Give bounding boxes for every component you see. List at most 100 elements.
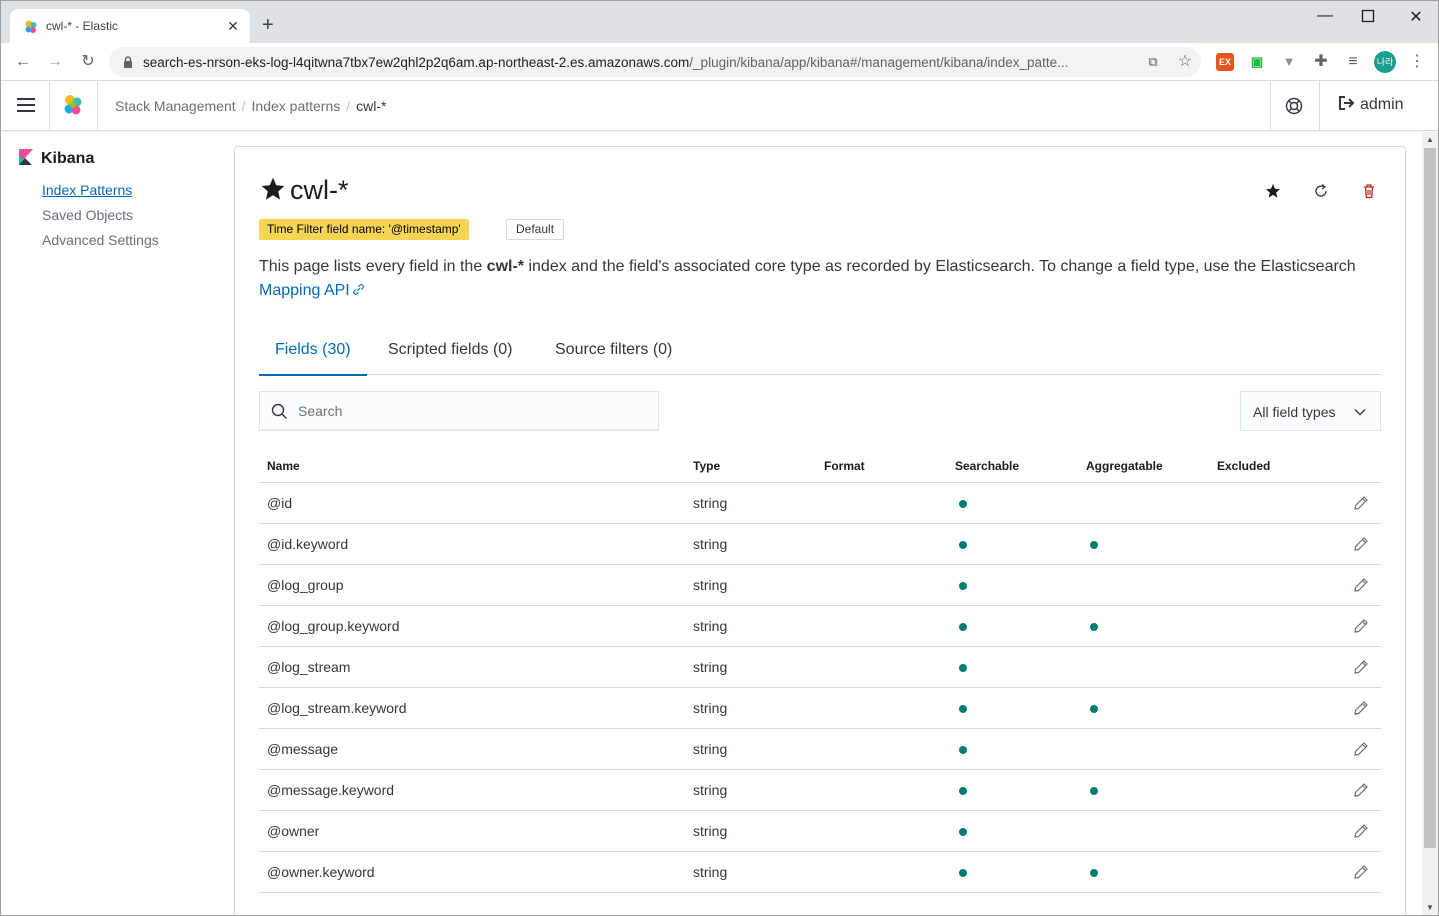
minimize-icon[interactable]: — [1315,7,1335,27]
field-type: string [693,618,728,634]
address-bar[interactable]: search-es-nrson-eks-log-l4qitwna7tbx7ew2… [109,47,1201,77]
reload-icon[interactable]: ↻ [78,52,98,72]
edit-pencil-icon[interactable] [1353,659,1369,675]
sidebar-item-index-patterns[interactable]: Index Patterns [42,182,132,198]
table-body: @id string @id.keyword string @log_group stri… [259,483,1381,893]
table-row: @log_stream.keyword string [259,688,1381,729]
searchable-dot-icon [959,828,967,836]
column-header-excluded[interactable]: Excluded [1217,459,1270,473]
field-name: @message [267,741,339,757]
user-menu-button[interactable]: admin [1338,95,1404,114]
column-header-searchable[interactable]: Searchable [955,459,1019,473]
edit-pencil-icon[interactable] [1353,700,1369,716]
management-sidebar: Kibana Index Patterns Saved Objects Adva… [1,132,233,915]
edit-pencil-icon[interactable] [1353,577,1369,593]
searchable-dot-icon [959,705,967,713]
tab-scripted-fields[interactable]: Scripted fields (0) [388,334,513,375]
table-row: @id.keyword string [259,524,1381,565]
table-row: @log_stream string [259,647,1381,688]
edit-pencil-icon[interactable] [1353,741,1369,757]
ex-extension-icon[interactable]: EX [1216,53,1234,71]
field-type: string [693,659,728,675]
header-divider [1270,81,1271,131]
maximize-icon[interactable] [1361,9,1375,23]
scroll-thumb[interactable] [1424,148,1436,848]
tab-title: cwl-* - Elastic [46,19,119,33]
field-name: @id [267,495,293,511]
breadcrumb: Stack Management / Index patterns / cwl-* [115,98,387,114]
lock-icon [124,56,132,68]
translate-icon[interactable]: ⧉ [1143,52,1163,72]
breadcrumb-stack-management[interactable]: Stack Management [115,98,236,114]
field-type: string [693,864,728,880]
searchable-dot-icon [959,869,967,877]
edit-pencil-icon[interactable] [1353,864,1369,880]
searchable-dot-icon [959,664,967,672]
field-type: string [693,495,728,511]
tab-source-filters[interactable]: Source filters (0) [555,334,672,375]
aggregatable-dot-icon [1090,705,1098,713]
bookmark-star-icon[interactable]: ☆ [1175,52,1195,72]
browser-tab[interactable]: cwl-* - Elastic ✕ [10,9,250,43]
reading-list-icon[interactable]: ≡ [1343,52,1363,72]
delete-trash-icon[interactable] [1361,183,1377,199]
field-type: string [693,577,728,593]
tab-fields[interactable]: Fields (30) [259,334,367,376]
searchable-dot-icon [959,582,967,590]
refresh-fields-icon[interactable] [1313,183,1329,199]
puzzle-extensions-icon[interactable]: ✚ [1311,52,1331,72]
elastic-favicon-icon [25,20,37,33]
table-row: @owner string [259,811,1381,852]
help-lifebuoy-icon[interactable] [1284,96,1304,116]
default-badge: Default [506,219,565,240]
kibana-logo-icon [19,149,33,165]
search-input[interactable] [298,392,648,430]
field-type: string [693,741,728,757]
fields-tabs: Fields (30) Scripted fields (0) Source f… [259,334,1381,376]
vue-extension-icon[interactable]: ▼ [1280,53,1298,71]
menu-icon[interactable] [17,98,35,112]
browser-window: cwl-* - Elastic ✕ + — ✕ ← → ↻ search-es-… [0,0,1439,916]
field-name: @log_stream.keyword [267,700,407,716]
window-close-icon[interactable]: ✕ [1406,7,1426,27]
tab-close-icon[interactable]: ✕ [225,18,241,34]
edit-pencil-icon[interactable] [1353,823,1369,839]
edit-pencil-icon[interactable] [1353,618,1369,634]
index-pattern-panel: cwl-* Time Filter field name: '@timestam… [234,146,1406,915]
new-tab-button[interactable]: + [262,15,274,35]
back-arrow-icon[interactable]: ← [13,52,33,72]
breadcrumb-index-patterns[interactable]: Index patterns [252,98,341,114]
header-divider [97,81,98,131]
sidebar-item-saved-objects[interactable]: Saved Objects [42,207,133,223]
url-text: search-es-nrson-eks-log-l4qitwna7tbx7ew2… [143,55,1069,70]
set-default-star-icon[interactable] [1265,183,1281,199]
mapping-api-link[interactable]: Mapping API [259,282,366,299]
forward-arrow-icon[interactable]: → [45,52,65,72]
screen-extension-icon[interactable]: ▣ [1248,53,1266,71]
profile-avatar[interactable]: 나라 [1374,51,1396,73]
aggregatable-dot-icon [1090,787,1098,795]
edit-pencil-icon[interactable] [1353,782,1369,798]
search-icon [271,403,287,419]
column-header-format[interactable]: Format [824,459,865,473]
field-type: string [693,536,728,552]
field-name: @message.keyword [267,782,395,798]
search-field [259,391,659,431]
page-scrollbar[interactable]: ▲ ▼ [1422,132,1438,915]
chevron-down-icon [1354,409,1366,416]
page-description: This page lists every field in the cwl-*… [259,258,1356,299]
column-header-aggregatable[interactable]: Aggregatable [1086,459,1163,473]
scroll-up-arrow-icon[interactable]: ▲ [1422,132,1438,148]
column-header-name[interactable]: Name [267,459,300,473]
field-type-filter[interactable]: All field types [1240,391,1381,431]
elastic-logo-icon[interactable] [61,93,85,117]
edit-pencil-icon[interactable] [1353,495,1369,511]
field-name: @id.keyword [267,536,349,552]
scroll-down-arrow-icon[interactable]: ▼ [1422,900,1438,915]
column-header-type[interactable]: Type [693,459,720,473]
sidebar-item-advanced-settings[interactable]: Advanced Settings [42,232,159,248]
field-type-filter-label: All field types [1253,404,1336,420]
tab-strip: cwl-* - Elastic ✕ + — ✕ [1,1,1438,43]
chrome-menu-icon[interactable]: ⋮ [1407,52,1427,72]
edit-pencil-icon[interactable] [1353,536,1369,552]
